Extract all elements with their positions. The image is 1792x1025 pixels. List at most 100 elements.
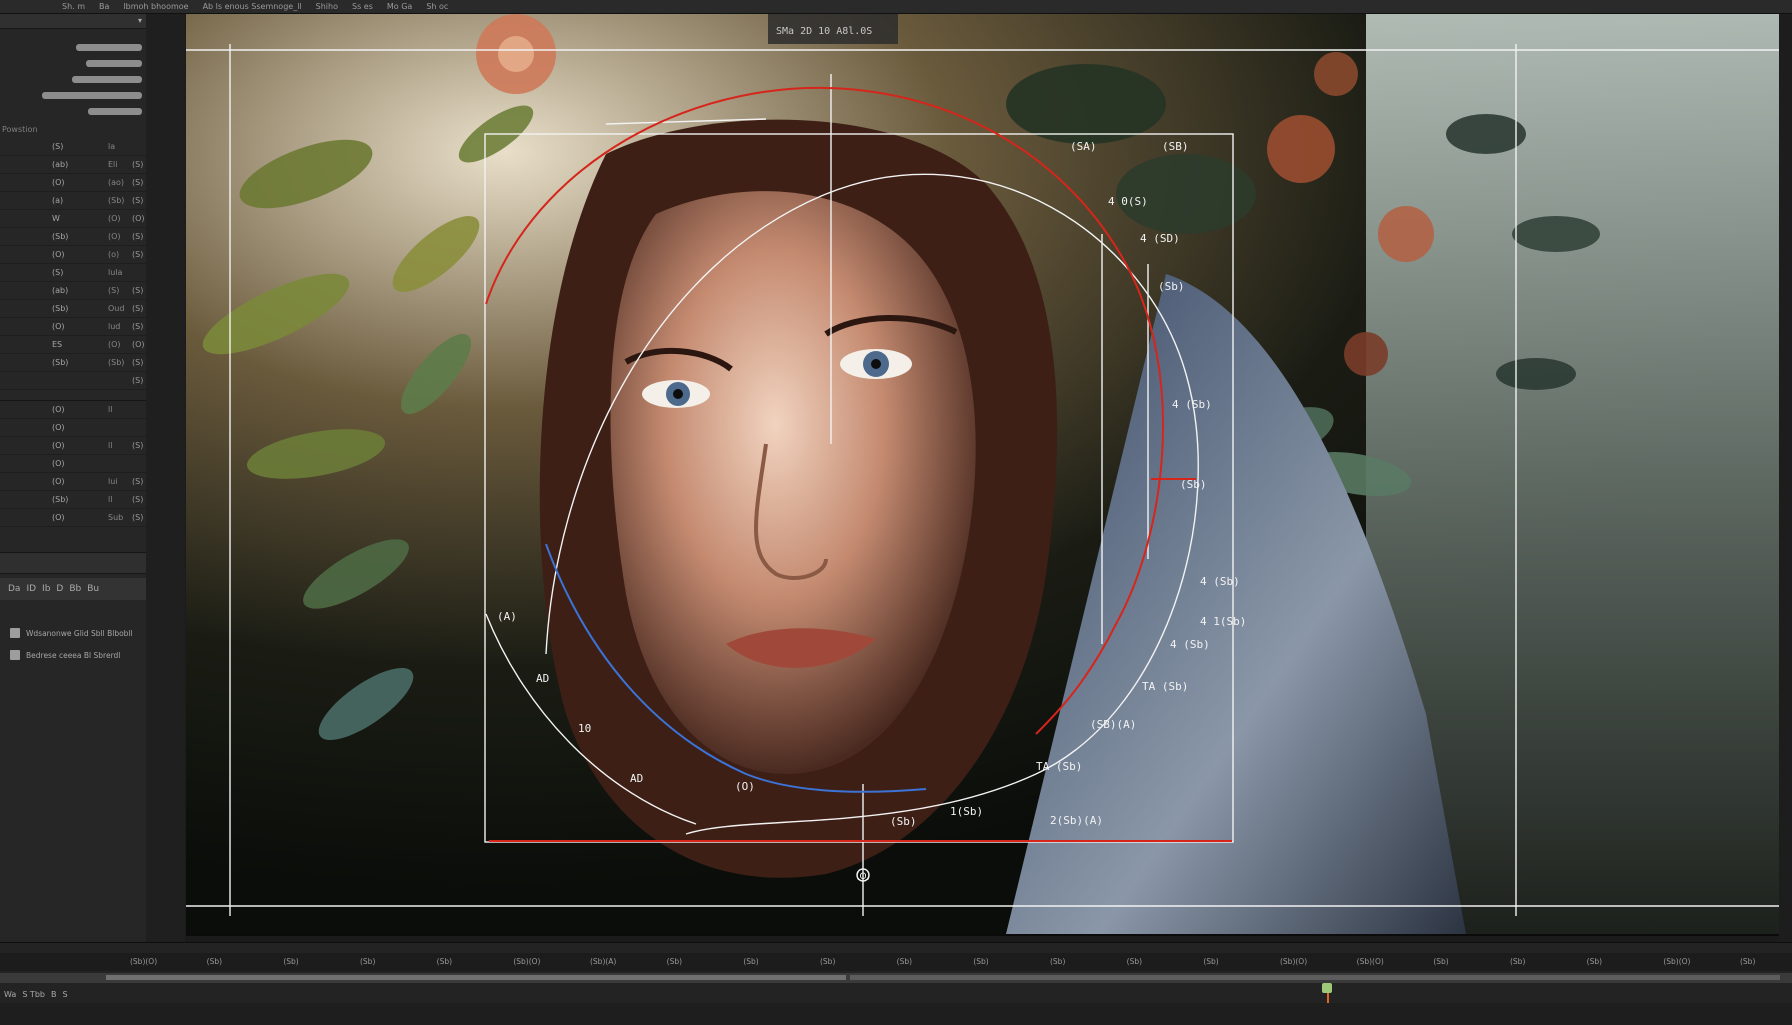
property-pick[interactable]: (S) <box>132 286 146 295</box>
property-pick[interactable]: (S) <box>132 477 146 486</box>
property-value: (o) <box>108 250 120 259</box>
property-row[interactable]: (O) (o) (S) <box>0 246 146 264</box>
menu-item[interactable]: Sh. m <box>62 2 85 11</box>
property-value: lud <box>108 322 121 331</box>
property-pick[interactable]: (S) <box>132 495 146 504</box>
property-value: Eli <box>108 160 118 169</box>
collapse-icon[interactable]: ▾ <box>138 16 142 25</box>
menu-item[interactable]: Sh oc <box>426 2 448 11</box>
property-value: (ao) <box>108 178 125 187</box>
ruler-label: (Sb) <box>360 957 376 966</box>
timeline-tool[interactable]: S Tbb <box>22 990 45 999</box>
property-row[interactable]: (O) Sub (S) <box>0 509 146 527</box>
ruler-label: (Sb) <box>1050 957 1066 966</box>
timeline-tool[interactable]: S <box>62 990 67 999</box>
property-row[interactable]: (ab) Eli (S) <box>0 156 146 174</box>
property-pick[interactable]: (S) <box>132 250 146 259</box>
measure-label: 4 (SD) <box>1140 232 1180 245</box>
property-row[interactable]: (O) lui (S) <box>0 473 146 491</box>
slider[interactable] <box>4 71 142 87</box>
property-value: (S) <box>108 286 120 295</box>
property-row[interactable]: ES (O) (O) <box>0 336 146 354</box>
toolbar-button[interactable]: Ib <box>42 584 50 594</box>
measure-label: 10 <box>578 722 591 735</box>
property-row[interactable]: (S) la <box>0 138 146 156</box>
property-pick[interactable]: (S) <box>132 304 146 313</box>
ruler-label: (Sb) <box>666 957 683 966</box>
ruler-label: (Sb) <box>1740 957 1756 966</box>
ruler-label: (Sb) <box>1433 957 1449 966</box>
property-row[interactable]: (O) lud (S) <box>0 318 146 336</box>
property-name: (O) <box>52 513 65 522</box>
image-viewer[interactable]: (SA) (SB) 4 0(S) 4 (SD) (Sb) 4 (Sb) (Sb) 4 (Sb)… <box>186 14 1779 936</box>
menu-item[interactable]: Ab ls enous Ssemnoge_ll <box>203 2 302 11</box>
slider[interactable] <box>4 55 142 71</box>
viewer-gutter <box>146 14 185 942</box>
property-row[interactable]: (S) lula <box>0 264 146 282</box>
property-value: (O) <box>108 340 121 349</box>
property-pick[interactable]: (O) <box>132 214 146 223</box>
toolbar-button[interactable]: ID <box>26 584 36 594</box>
property-name: (Sb) <box>52 495 69 504</box>
property-name: (O) <box>52 405 65 414</box>
menu-item[interactable]: Shiho <box>316 2 338 11</box>
ruler-label: (Sb) <box>820 957 836 966</box>
layer-item[interactable]: Bedrese ceeea Bl Sbrerdl <box>0 644 146 666</box>
property-value: (O) <box>108 232 121 241</box>
property-pick[interactable]: (S) <box>132 160 146 169</box>
property-row[interactable]: (S) <box>0 372 146 390</box>
property-row[interactable]: (ab) (S) (S) <box>0 282 146 300</box>
panel-header: ▾ <box>0 14 146 29</box>
menu-item[interactable]: Ba <box>99 2 109 11</box>
property-name: (ab) <box>52 160 69 169</box>
property-value: Oud <box>108 304 125 313</box>
property-row[interactable]: (Sb) (Sb) (S) <box>0 354 146 372</box>
toolbar-button[interactable]: Da <box>8 584 20 594</box>
property-pick[interactable]: (S) <box>132 376 146 385</box>
layer-item[interactable]: Wdsanonwe Glid Sbll Blbobll <box>0 622 146 644</box>
measure-label: (O) <box>735 780 755 793</box>
timeline-tool[interactable]: Wa <box>4 990 16 999</box>
property-name: (S) <box>52 142 64 151</box>
property-pick[interactable]: (S) <box>132 358 146 367</box>
timeline-ruler[interactable]: (Sb)(O) (Sb) (Sb) (Sb) (Sb) (Sb)(O) (Sb)(A) (Sb… <box>0 953 1792 971</box>
property-row[interactable]: (O) ll <box>0 401 146 419</box>
slider[interactable] <box>4 103 142 119</box>
menu-item[interactable]: Ss es <box>352 2 373 11</box>
property-row[interactable]: (a) (Sb) (S) <box>0 192 146 210</box>
top-readout: SMa 2D 10 A8l.0S <box>776 26 872 37</box>
property-row[interactable]: (Sb) Oud (S) <box>0 300 146 318</box>
ruler-label: (Sb) <box>1203 957 1219 966</box>
property-row[interactable]: (Sb) (O) (S) <box>0 228 146 246</box>
toolbar-button[interactable]: D <box>56 584 63 594</box>
property-row[interactable]: (O) (ao) (S) <box>0 174 146 192</box>
ruler-label: (Sb) <box>743 957 759 966</box>
ruler-label: (Sb) <box>896 957 913 966</box>
ruler-label: (Sb)(O) <box>130 957 158 966</box>
toolbar-button[interactable]: Bb <box>69 584 81 594</box>
property-pick[interactable]: (S) <box>132 441 146 450</box>
property-pick[interactable]: (S) <box>132 322 146 331</box>
menu-item[interactable]: lbmoh bhoomoe <box>123 2 188 11</box>
timeline-track[interactable] <box>0 973 1792 983</box>
property-name: ES <box>52 340 63 349</box>
slider[interactable] <box>4 87 142 103</box>
menu-item[interactable]: Mo Ga <box>387 2 412 11</box>
property-pick[interactable]: (S) <box>132 196 146 205</box>
measure-label: 4 1(Sb) <box>1200 615 1246 628</box>
property-row[interactable]: (O) <box>0 419 146 437</box>
playhead-handle[interactable] <box>1322 983 1332 993</box>
property-row[interactable]: (Sb) ll (S) <box>0 491 146 509</box>
property-row[interactable]: W (O) (O) <box>0 210 146 228</box>
property-value: la <box>108 142 116 151</box>
timeline-tool[interactable]: B <box>51 990 57 999</box>
slider[interactable] <box>4 39 142 55</box>
property-pick[interactable]: (S) <box>132 178 146 187</box>
property-pick[interactable]: (O) <box>132 340 146 349</box>
toolbar-button[interactable]: Bu <box>87 584 99 594</box>
property-row[interactable]: (O) ll (S) <box>0 437 146 455</box>
measure-label: 2(Sb)(A) <box>1050 814 1103 827</box>
property-pick[interactable]: (S) <box>132 513 146 522</box>
property-row[interactable]: (O) <box>0 455 146 473</box>
property-pick[interactable]: (S) <box>132 232 146 241</box>
